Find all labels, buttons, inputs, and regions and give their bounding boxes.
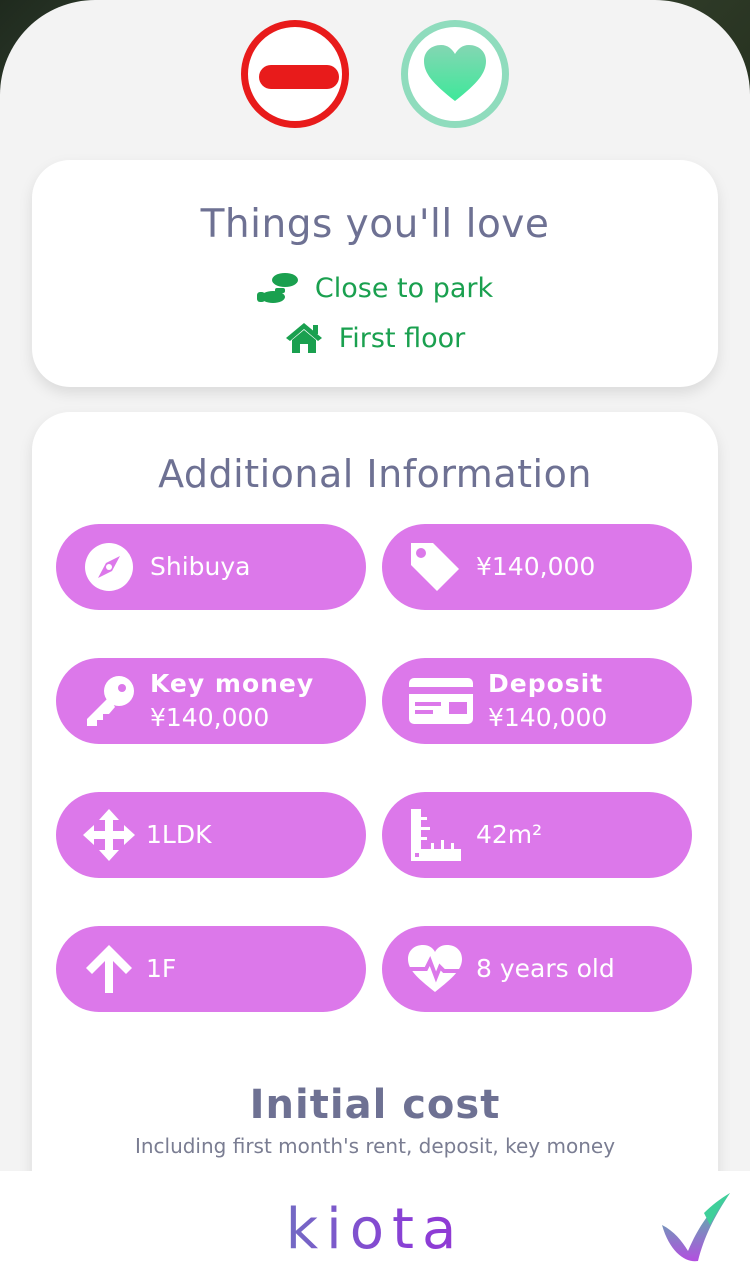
reject-button[interactable] — [241, 20, 349, 128]
footprints-icon — [256, 273, 298, 303]
listing-sheet: Things you'll love Close to park First f… — [0, 0, 750, 1283]
heart-icon — [424, 45, 486, 101]
building-age-pill[interactable]: 8 years old — [382, 926, 692, 1012]
tag-icon — [408, 540, 462, 594]
key-icon — [82, 674, 136, 728]
ruler-icon — [408, 808, 462, 862]
like-button[interactable] — [401, 20, 509, 128]
pill-label: ¥140,000 — [476, 552, 596, 581]
pill-label: 1LDK — [146, 820, 212, 849]
pill-label: 1F — [146, 954, 177, 983]
pill-label: ¥140,000 — [150, 703, 270, 732]
layout-pill[interactable]: 1LDK — [56, 792, 366, 878]
love-title: Things you'll love — [200, 202, 550, 247]
initial-cost-title: Initial cost — [249, 1082, 501, 1128]
rent-pill[interactable]: ¥140,000 — [382, 524, 692, 610]
things-you-will-love-card: Things you'll love Close to park First f… — [32, 160, 718, 387]
footer-bar: kiota — [0, 1171, 750, 1283]
pill-heading: Key money — [150, 669, 315, 698]
floor-pill[interactable]: 1F — [56, 926, 366, 1012]
additional-information-card: Additional Information Shibuya ¥140,000 — [32, 412, 718, 1283]
location-pill[interactable]: Shibuya — [56, 524, 366, 610]
pill-label: Shibuya — [150, 552, 251, 581]
heartbeat-icon — [408, 942, 462, 996]
key-money-pill[interactable]: Key money ¥140,000 — [56, 658, 366, 744]
pill-label: 8 years old — [476, 954, 615, 983]
pill-heading: Deposit — [488, 669, 604, 698]
love-item-label: First floor — [338, 322, 466, 354]
pill-label: 42m² — [476, 820, 543, 849]
love-item: Close to park — [32, 268, 718, 308]
love-item-label: Close to park — [314, 272, 494, 304]
pill-label: ¥140,000 — [488, 703, 608, 732]
compass-icon — [82, 540, 136, 594]
swipe-actions — [0, 20, 750, 128]
deposit-pill[interactable]: Deposit ¥140,000 — [382, 658, 692, 744]
credit-card-icon — [408, 674, 474, 728]
arrows-move-icon — [82, 808, 136, 862]
checkmark-leaf-icon[interactable] — [660, 1191, 732, 1263]
brand-logo-text: kiota — [0, 1197, 750, 1262]
info-title: Additional Information — [158, 452, 592, 496]
arrow-up-icon — [82, 942, 136, 996]
home-icon — [285, 323, 322, 353]
minus-circle-icon — [259, 65, 339, 89]
love-item: First floor — [32, 318, 718, 358]
initial-cost-subtitle: Including first month's rent, deposit, k… — [134, 1134, 616, 1158]
area-pill[interactable]: 42m² — [382, 792, 692, 878]
